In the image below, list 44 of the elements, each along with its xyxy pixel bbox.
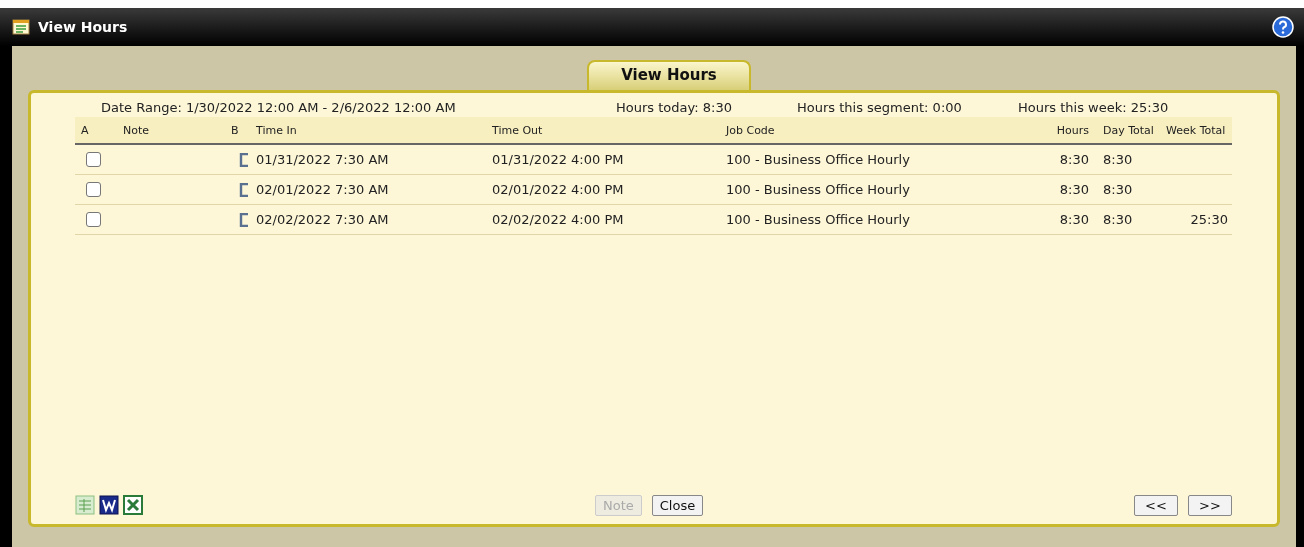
hours-cell-text: 8:30 [1058, 152, 1090, 167]
close-button[interactable]: Close [651, 494, 704, 516]
job-code-cell-text: 100 - Business Office Hourly [725, 182, 911, 197]
row-checkbox[interactable] [86, 212, 101, 227]
column-header[interactable]: Time Out [486, 123, 720, 137]
time-in-cell-text: 01/31/2022 7:30 AM [255, 152, 390, 167]
day-total-cell-text: 8:30 [1102, 182, 1134, 197]
previous-button[interactable]: << [1134, 494, 1178, 516]
column-header[interactable]: Job Code [720, 123, 1035, 137]
day-total-cell-text: 8:30 [1102, 152, 1134, 167]
hours-cell-text: 8:30 [1058, 212, 1090, 227]
time-in-cell-text: 02/02/2022 7:30 AM [255, 212, 390, 227]
hours-week-text: Hours this week: 25:30 [1018, 99, 1169, 115]
job-code-cell-text: 100 - Business Office Hourly [725, 152, 911, 167]
time-out-cell-text: 01/31/2022 4:00 PM [491, 152, 625, 167]
column-header[interactable]: Time In [250, 123, 486, 137]
help-icon[interactable] [1272, 16, 1294, 38]
hours-segment-text: Hours this segment: 0:00 [797, 99, 963, 115]
time-out-cell-text: 02/01/2022 4:00 PM [491, 182, 625, 197]
time-out-cell-text: 02/02/2022 4:00 PM [491, 212, 625, 227]
row-checkbox[interactable] [86, 152, 101, 167]
bracket-icon [239, 212, 250, 227]
hours-cell-text: 8:30 [1058, 182, 1090, 197]
bracket-icon [239, 152, 250, 167]
next-button[interactable]: >> [1188, 494, 1232, 516]
job-code-cell-text: 100 - Business Office Hourly [725, 212, 911, 227]
hours-today-text: Hours today: 8:30 [616, 99, 733, 115]
spreadsheet-icon[interactable] [123, 495, 143, 515]
date-range-text: Date Range: 1/30/2022 12:00 AM - 2/6/2022 12:00 AM [100, 99, 457, 115]
column-header[interactable]: A [75, 123, 117, 137]
column-header[interactable]: Note [117, 123, 225, 137]
window-title: View Hours [38, 19, 129, 35]
row-checkbox[interactable] [86, 182, 101, 197]
week-total-cell-text: 25:30 [1189, 212, 1229, 227]
view-hours-tab[interactable]: View Hours [587, 60, 751, 90]
document-icon[interactable] [99, 495, 119, 515]
day-total-cell-text: 8:30 [1102, 212, 1134, 227]
notepad-icon [12, 19, 30, 35]
bracket-icon [239, 182, 250, 197]
column-header[interactable]: B [225, 123, 250, 137]
column-header[interactable]: Day Total [1097, 123, 1160, 137]
column-header[interactable]: Week Total [1160, 123, 1236, 137]
time-in-cell-text: 02/01/2022 7:30 AM [255, 182, 390, 197]
column-header[interactable]: Hours [1035, 123, 1097, 137]
